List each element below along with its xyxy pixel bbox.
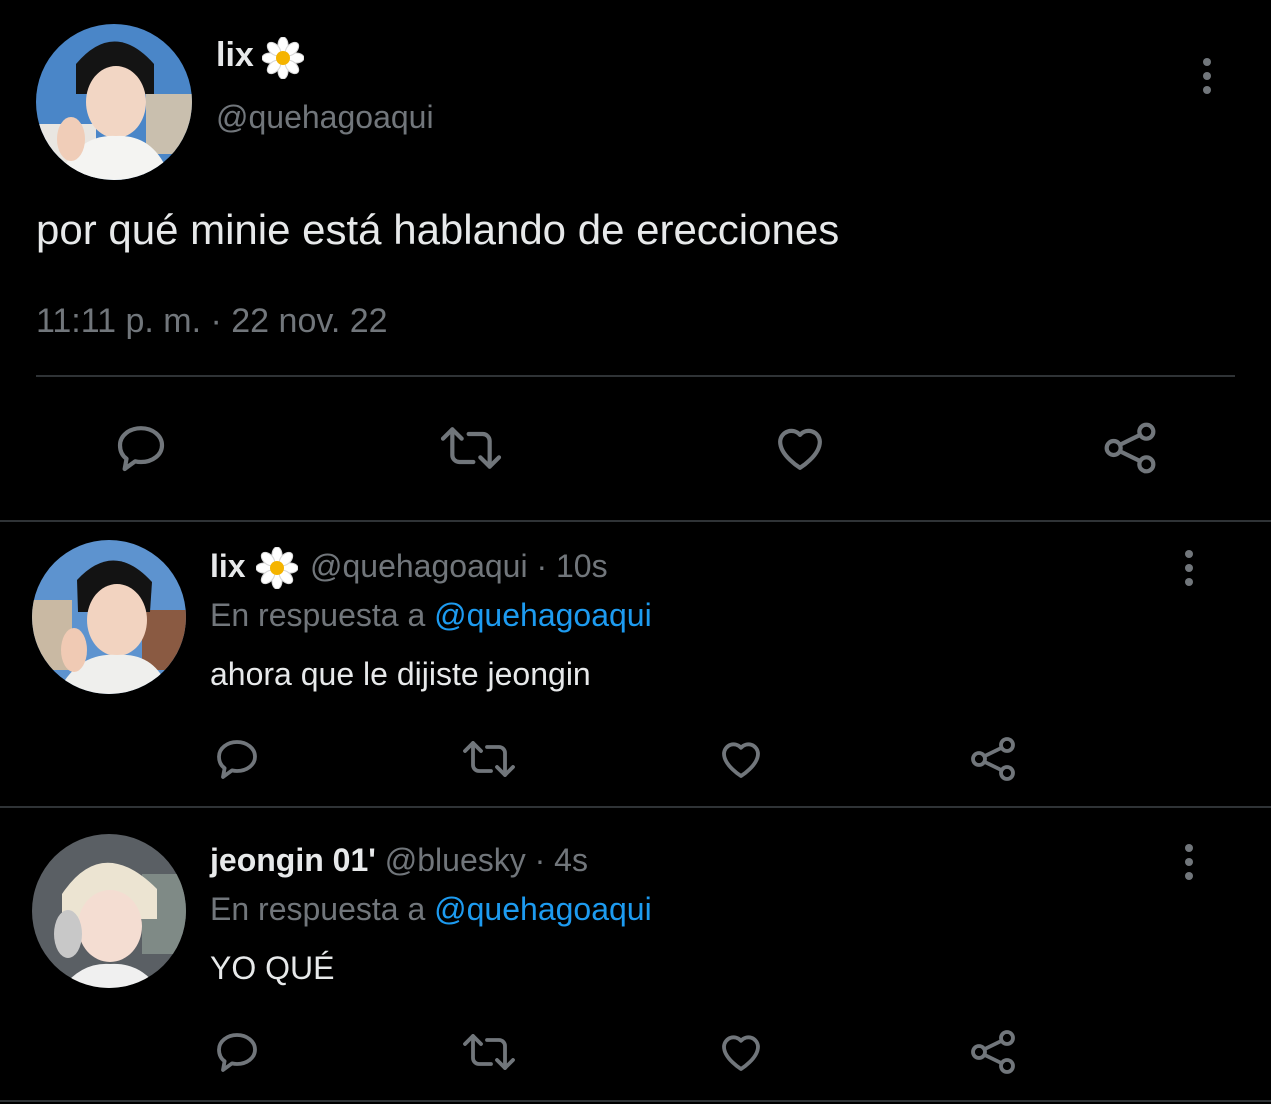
reply-to-link[interactable]: @quehagoaqui (434, 891, 652, 927)
post-time[interactable]: · 10s (536, 548, 607, 584)
flower-emoji-icon (255, 546, 299, 590)
heart-icon[interactable] (716, 735, 766, 783)
post-time[interactable]: · 4s (535, 842, 588, 878)
share-icon[interactable] (968, 1028, 1018, 1076)
reply-prefix: En respuesta a (210, 597, 426, 633)
divider (0, 806, 1271, 808)
more-options-icon[interactable] (1178, 548, 1200, 593)
divider (0, 1100, 1271, 1102)
avatar[interactable] (32, 834, 186, 988)
more-options-icon[interactable] (1196, 56, 1218, 101)
tweet-text: ahora que le dijiste jeongin (210, 656, 591, 692)
avatar[interactable] (32, 540, 186, 694)
reply-to-link[interactable]: @quehagoaqui (434, 597, 652, 633)
heart-icon[interactable] (770, 420, 830, 476)
reply-header: jeongin 01' @bluesky · 4s (210, 842, 588, 879)
reply-prefix: En respuesta a (210, 891, 426, 927)
divider (0, 520, 1271, 522)
display-name[interactable]: lix (216, 36, 254, 75)
reply-context: En respuesta a @quehagoaqui (210, 891, 652, 928)
retweet-icon[interactable] (460, 1028, 518, 1076)
handle-and-time: @quehagoaqui · 10s (310, 548, 608, 585)
share-icon[interactable] (968, 735, 1018, 783)
heart-icon[interactable] (716, 1028, 766, 1076)
tweet-timestamp[interactable]: 11:11 p. m. · 22 nov. 22 (36, 302, 388, 341)
user-handle[interactable]: @quehagoaqui (310, 548, 528, 584)
avatar[interactable] (36, 24, 192, 180)
reply-header: lix (210, 548, 246, 585)
reply-context: En respuesta a @quehagoaqui (210, 597, 652, 634)
share-icon[interactable] (1100, 420, 1160, 476)
tweet-text: YO QUÉ (210, 950, 335, 986)
divider (36, 375, 1235, 377)
user-handle[interactable]: @bluesky (385, 842, 526, 878)
reply-icon[interactable] (212, 735, 262, 783)
reply-icon[interactable] (112, 420, 170, 476)
more-options-icon[interactable] (1178, 842, 1200, 887)
reply-icon[interactable] (212, 1028, 262, 1076)
display-name[interactable]: lix (210, 548, 246, 584)
display-name[interactable]: jeongin 01' (210, 842, 376, 878)
tweet-text: por qué minie está hablando de ereccione… (36, 206, 840, 253)
retweet-icon[interactable] (438, 420, 504, 476)
user-handle[interactable]: @quehagoaqui (216, 99, 434, 136)
flower-emoji-icon (261, 36, 305, 80)
retweet-icon[interactable] (460, 735, 518, 783)
